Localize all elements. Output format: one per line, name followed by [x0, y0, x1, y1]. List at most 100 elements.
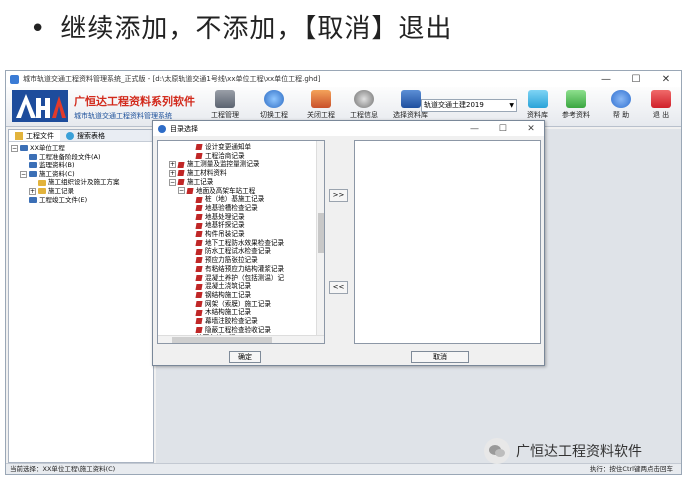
tree-item-label: 地基钎探记录	[205, 221, 245, 230]
cancel-button[interactable]: 取消	[411, 351, 469, 363]
book-icon	[195, 292, 203, 299]
tree-item[interactable]: 施工组织设计及施工方案	[11, 178, 151, 187]
app-icon	[10, 74, 19, 84]
book-icon	[195, 266, 203, 273]
source-tree: 设计变更通知单 工程洽商记录 + 施工测量及监控量测记录 + 施工材料资料 − 施工记录 − 地面…	[158, 141, 324, 343]
search-icon	[66, 131, 74, 140]
scrollbar-thumb[interactable]	[172, 337, 272, 343]
home-icon	[311, 90, 331, 108]
tree-item[interactable]: − 地面及高架车站工程	[160, 187, 322, 196]
book-icon	[195, 153, 203, 160]
folder-icon	[527, 90, 548, 108]
horizontal-scrollbar[interactable]	[158, 335, 324, 343]
switch-project-button[interactable]: 切换工程	[260, 90, 288, 124]
tree-item[interactable]: 构件吊装记录	[160, 230, 322, 239]
folder-icon	[38, 188, 46, 195]
tab-project-files-label: 工程文件	[26, 131, 54, 140]
book-icon	[195, 283, 203, 290]
collapse-icon[interactable]: −	[20, 170, 27, 178]
expand-icon[interactable]: +	[169, 169, 176, 177]
close-project-label: 关闭工程	[307, 111, 335, 119]
tab-project-files[interactable]: 工程文件	[9, 130, 60, 141]
tree-item[interactable]: 木结构施工记录	[160, 308, 322, 317]
tree-item[interactable]: 隐蔽工程检查验收记录	[160, 326, 322, 335]
add-button[interactable]: >>	[329, 189, 348, 202]
exit-button[interactable]: 退 出	[651, 90, 671, 124]
remove-button[interactable]: <<	[329, 281, 348, 294]
tree-item[interactable]: − 施工记录	[160, 178, 322, 187]
watermark-text: 广恒达工程资料软件	[516, 444, 642, 460]
exit-label: 退 出	[652, 111, 670, 119]
book-icon	[195, 222, 203, 229]
scrollbar-thumb[interactable]	[318, 213, 324, 253]
slide-bullet-text: • 继续添加，不添加，【取消】退出	[30, 8, 452, 45]
book-icon	[177, 170, 185, 177]
tree-item[interactable]: 混凝土养护（包括测温）记	[160, 274, 322, 283]
folder-icon	[29, 171, 37, 178]
switch-icon	[264, 90, 284, 108]
tree-item[interactable]: + 施工测量及监控量测记录	[160, 160, 322, 169]
left-pane: 工程文件 搜索表格 − XX单位工程 工程准备阶段文件(A) 监理资料(B) − 施工资料…	[8, 129, 154, 463]
maximize-button[interactable]: ☐	[621, 74, 651, 85]
tree-item-label: 施工记录	[187, 177, 214, 186]
library-select[interactable]: 轨道交通土建2019 ▼	[421, 99, 517, 112]
status-hint: 执行：按住Ctrl键两点击回车	[589, 465, 673, 473]
project-info-button[interactable]: 工程信息	[350, 90, 378, 124]
collapse-icon[interactable]: −	[169, 178, 176, 186]
tree-item[interactable]: 幕墙注胶检查记录	[160, 317, 322, 326]
vertical-scrollbar[interactable]	[316, 141, 324, 335]
tree-item[interactable]: 混凝土浇筑记录	[160, 282, 322, 291]
tree-item[interactable]: 工程准备阶段文件(A)	[11, 153, 151, 162]
window-title: 城市轨道交通工程资料管理系统_正式版 - [d:\太原轨道交通1号线\xx单位工…	[23, 75, 321, 83]
tree-item[interactable]: 地基验槽检查记录	[160, 204, 322, 213]
dialog-minimize-button[interactable]: —	[462, 124, 488, 134]
library-select-value: 轨道交通土建2019	[424, 101, 484, 109]
book-icon	[195, 318, 203, 325]
tree-item[interactable]: 设计变更通知单	[160, 143, 322, 152]
book-icon	[177, 179, 185, 186]
minimize-button[interactable]: —	[591, 74, 621, 85]
tab-search-table-label: 搜索表格	[77, 131, 105, 140]
tree-item-label: 设计变更通知单	[205, 143, 252, 151]
help-button[interactable]: 帮 助	[611, 90, 631, 124]
tab-search-table[interactable]: 搜索表格	[60, 130, 111, 141]
expand-icon[interactable]: +	[169, 161, 176, 169]
source-tree-panel: 设计变更通知单 工程洽商记录 + 施工测量及监控量测记录 + 施工材料资料 − 施工记录 − 地面…	[157, 140, 325, 344]
status-current-selection: 当前选择：XX单位工程\施工资料(C)	[10, 465, 116, 473]
tree-item[interactable]: 钢结构施工记录	[160, 291, 322, 300]
tree-item-label: 构件吊装记录	[205, 230, 245, 239]
book-icon	[195, 240, 203, 247]
book-icon	[195, 309, 203, 316]
tree-item[interactable]: 有粘结预应力结构灌浆记录	[160, 265, 322, 274]
project-manage-label: 工程管理	[211, 111, 239, 119]
dialog-icon	[158, 124, 166, 133]
reference-button[interactable]: 参考资料	[562, 90, 590, 124]
reference-label: 参考资料	[562, 111, 590, 119]
wechat-icon	[484, 438, 510, 464]
tree-item[interactable]: 地基钎探记录	[160, 221, 322, 230]
dialog-close-button[interactable]: ✕	[518, 124, 544, 134]
tree-item[interactable]: 工程竣工文件(E)	[11, 196, 151, 205]
project-manage-button[interactable]: 工程管理	[211, 90, 239, 124]
library-button[interactable]: 资料库	[527, 90, 548, 124]
collapse-icon[interactable]: −	[178, 187, 185, 195]
dialog-maximize-button[interactable]: ☐	[490, 124, 516, 134]
window-titlebar: 城市轨道交通工程资料管理系统_正式版 - [d:\太原轨道交通1号线\xx单位工…	[6, 71, 681, 87]
tree-item[interactable]: + 施工材料资料	[160, 169, 322, 178]
tree-item[interactable]: + 施工记录	[11, 187, 151, 196]
collapse-icon[interactable]: −	[11, 144, 18, 152]
expand-icon[interactable]: +	[29, 187, 36, 195]
reference-icon	[566, 90, 586, 108]
tree-item[interactable]: 监理资料(B)	[11, 161, 151, 170]
switch-project-label: 切换工程	[260, 111, 288, 119]
folder-icon	[20, 145, 28, 152]
tree-item[interactable]: 防水工程试水检查记录	[160, 247, 322, 256]
tree-item[interactable]: 桩（地）基施工记录	[160, 195, 322, 204]
books-icon	[400, 90, 421, 108]
close-button[interactable]: ✕	[651, 74, 681, 85]
tree-item[interactable]: 预应力筋张拉记录	[160, 256, 322, 265]
tree-item[interactable]: − XX单位工程	[11, 144, 151, 153]
ok-button[interactable]: 确定	[229, 351, 261, 363]
close-project-button[interactable]: 关闭工程	[307, 90, 335, 124]
selected-list-panel[interactable]	[354, 140, 541, 344]
